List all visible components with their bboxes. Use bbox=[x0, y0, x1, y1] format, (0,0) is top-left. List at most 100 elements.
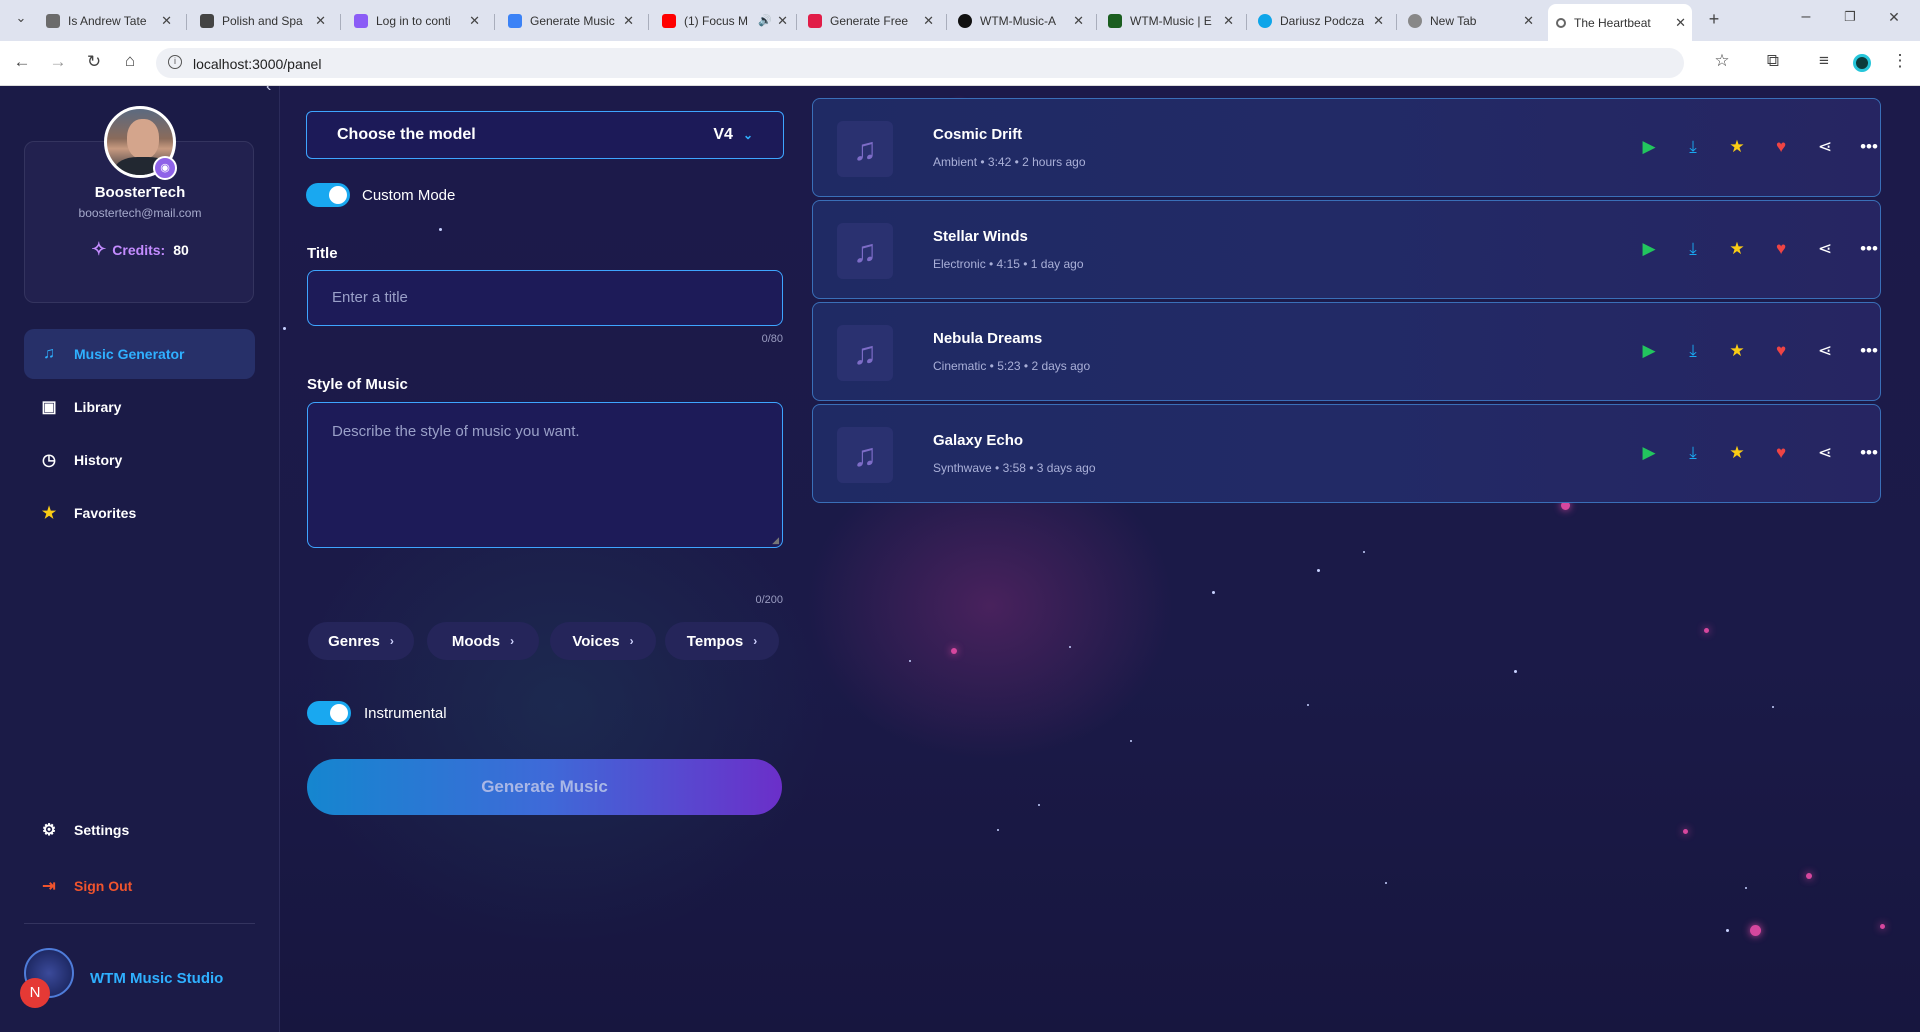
close-tab-icon[interactable]: ✕ bbox=[315, 13, 326, 29]
heart-icon[interactable]: ♥ bbox=[1769, 441, 1793, 465]
star-icon[interactable]: ★ bbox=[1725, 441, 1749, 465]
collapse-sidebar-icon[interactable]: ‹ bbox=[266, 86, 271, 96]
heart-icon[interactable]: ♥ bbox=[1769, 237, 1793, 261]
close-tab-icon[interactable]: ✕ bbox=[777, 13, 788, 29]
track-title: Nebula Dreams bbox=[933, 330, 1043, 347]
track-card[interactable]: ♫ Cosmic Drift Ambient • 3:42 • 2 hours … bbox=[812, 98, 1881, 197]
tempos-chip[interactable]: Tempos › bbox=[665, 622, 779, 660]
browser-tab-active[interactable]: The Heartbeat ✕ bbox=[1548, 4, 1692, 41]
user-badge[interactable]: N bbox=[20, 978, 50, 1008]
style-textarea[interactable]: Describe the style of music you want. ◢ bbox=[307, 402, 783, 548]
share-icon[interactable]: ⋖ bbox=[1813, 237, 1837, 261]
sign-out-button[interactable]: ⇥ Sign Out bbox=[24, 861, 255, 911]
track-card[interactable]: ♫ Stellar Winds Electronic • 4:15 • 1 da… bbox=[812, 200, 1881, 299]
browser-tab[interactable]: WTM-Music | E ✕ bbox=[1100, 6, 1240, 35]
star-icon[interactable]: ★ bbox=[1725, 237, 1749, 261]
tab-search-icon[interactable]: ⌄ bbox=[10, 10, 32, 26]
download-icon[interactable]: ⤓ bbox=[1681, 135, 1705, 159]
back-icon[interactable]: ← bbox=[11, 52, 33, 72]
sparkle bbox=[1514, 670, 1517, 673]
sidebar-item-music-generator[interactable]: ♫ Music Generator bbox=[24, 329, 255, 379]
style-counter: 0/200 bbox=[755, 594, 783, 606]
browser-tab[interactable]: Generate Music ✕ bbox=[500, 6, 640, 35]
sidebar-item-library[interactable]: ▣ Library bbox=[24, 382, 255, 432]
download-icon[interactable]: ⤓ bbox=[1681, 339, 1705, 363]
browser-tab[interactable]: Generate Free ✕ bbox=[800, 6, 940, 35]
close-tab-icon[interactable]: ✕ bbox=[1373, 13, 1384, 29]
tab-favicon-icon bbox=[200, 13, 214, 28]
menu-kebab-icon[interactable]: ⋮ bbox=[1889, 51, 1911, 71]
address-bar[interactable]: i localhost:3000/panel bbox=[156, 48, 1684, 78]
close-tab-icon[interactable]: ✕ bbox=[623, 13, 634, 29]
browser-tab[interactable]: (1) Focus M 🔊 ✕ bbox=[654, 6, 794, 35]
download-icon[interactable]: ⤓ bbox=[1681, 237, 1705, 261]
download-icon[interactable]: ⤓ bbox=[1681, 441, 1705, 465]
tab-title: Polish and Spa bbox=[222, 13, 303, 28]
restore-icon[interactable]: ❐ bbox=[1839, 9, 1861, 25]
share-icon[interactable]: ⋖ bbox=[1813, 339, 1837, 363]
model-select[interactable]: Choose the model V4 ⌄ bbox=[306, 111, 784, 159]
close-tab-icon[interactable]: ✕ bbox=[1523, 13, 1534, 29]
track-card[interactable]: ♫ Galaxy Echo Synthwave • 3:58 • 3 days … bbox=[812, 404, 1881, 503]
share-icon[interactable]: ⋖ bbox=[1813, 135, 1837, 159]
browser-tab[interactable]: WTM-Music-A ✕ bbox=[950, 6, 1090, 35]
heart-icon[interactable]: ♥ bbox=[1769, 135, 1793, 159]
track-card[interactable]: ♫ Nebula Dreams Cinematic • 5:23 • 2 day… bbox=[812, 302, 1881, 401]
close-tab-icon[interactable]: ✕ bbox=[923, 13, 934, 29]
sidebar-item-favorites[interactable]: ★ Favorites bbox=[24, 488, 255, 538]
sparkle bbox=[1385, 882, 1387, 884]
home-icon[interactable]: ⌂ bbox=[119, 51, 141, 71]
site-info-icon[interactable]: i bbox=[168, 55, 182, 69]
settings-button[interactable]: ⚙ Settings bbox=[24, 805, 255, 855]
reload-icon[interactable]: ↻ bbox=[83, 52, 105, 72]
close-tab-icon[interactable]: ✕ bbox=[1223, 13, 1234, 29]
browser-tab-strip: ⌄ Is Andrew Tate ✕ Polish and Spa ✕ Log … bbox=[0, 0, 1920, 41]
media-controls-icon[interactable]: ≡ bbox=[1813, 51, 1835, 71]
sparkle bbox=[1363, 551, 1365, 553]
close-tab-icon[interactable]: ✕ bbox=[1073, 13, 1084, 29]
play-icon[interactable]: ▶ bbox=[1637, 135, 1661, 159]
title-input[interactable]: Enter a title bbox=[307, 270, 783, 326]
genres-chip[interactable]: Genres › bbox=[308, 622, 414, 660]
voices-chip[interactable]: Voices › bbox=[550, 622, 656, 660]
forward-icon[interactable]: → bbox=[47, 52, 69, 72]
new-tab-icon[interactable]: + bbox=[1703, 9, 1725, 30]
browser-tab[interactable]: New Tab ✕ bbox=[1400, 6, 1540, 35]
star-icon[interactable]: ★ bbox=[1725, 339, 1749, 363]
close-tab-icon[interactable]: ✕ bbox=[469, 13, 480, 29]
close-window-icon[interactable]: ✕ bbox=[1883, 9, 1905, 26]
extensions-icon[interactable]: ⧉ bbox=[1762, 51, 1784, 71]
chevron-right-icon: › bbox=[389, 634, 394, 648]
play-icon[interactable]: ▶ bbox=[1637, 441, 1661, 465]
share-icon[interactable]: ⋖ bbox=[1813, 441, 1837, 465]
browser-tab[interactable]: Log in to conti ✕ bbox=[346, 6, 486, 35]
sidebar-item-history[interactable]: ◷ History bbox=[24, 435, 255, 485]
more-icon[interactable]: ••• bbox=[1857, 135, 1881, 159]
more-icon[interactable]: ••• bbox=[1857, 339, 1881, 363]
star-icon[interactable]: ★ bbox=[1725, 135, 1749, 159]
instrumental-toggle[interactable] bbox=[307, 701, 351, 725]
profile-avatar-icon[interactable] bbox=[1853, 54, 1871, 72]
moods-chip[interactable]: Moods › bbox=[427, 622, 539, 660]
resize-handle-icon[interactable]: ◢ bbox=[772, 535, 779, 546]
custom-mode-toggle[interactable] bbox=[306, 183, 350, 207]
play-icon[interactable]: ▶ bbox=[1637, 339, 1661, 363]
audio-playing-icon[interactable]: 🔊 bbox=[758, 14, 772, 27]
track-meta: Ambient • 3:42 • 2 hours ago bbox=[933, 155, 1086, 169]
tab-favicon-icon bbox=[808, 13, 822, 28]
more-icon[interactable]: ••• bbox=[1857, 441, 1881, 465]
browser-tab[interactable]: Polish and Spa ✕ bbox=[192, 6, 332, 35]
close-tab-icon[interactable]: ✕ bbox=[1675, 15, 1686, 31]
generate-music-button[interactable]: Generate Music bbox=[307, 759, 782, 815]
bookmark-star-icon[interactable]: ☆ bbox=[1711, 51, 1733, 71]
browser-tab[interactable]: Is Andrew Tate ✕ bbox=[38, 6, 178, 35]
heart-icon[interactable]: ♥ bbox=[1769, 339, 1793, 363]
more-icon[interactable]: ••• bbox=[1857, 237, 1881, 261]
sparkle bbox=[1745, 887, 1747, 889]
play-icon[interactable]: ▶ bbox=[1637, 237, 1661, 261]
camera-icon[interactable]: ◉ bbox=[153, 156, 177, 180]
minimize-icon[interactable]: – bbox=[1795, 8, 1817, 26]
browser-tab[interactable]: Dariusz Podcza ✕ bbox=[1250, 6, 1390, 35]
close-tab-icon[interactable]: ✕ bbox=[161, 13, 172, 29]
music-note-icon: ♫ bbox=[837, 325, 893, 381]
